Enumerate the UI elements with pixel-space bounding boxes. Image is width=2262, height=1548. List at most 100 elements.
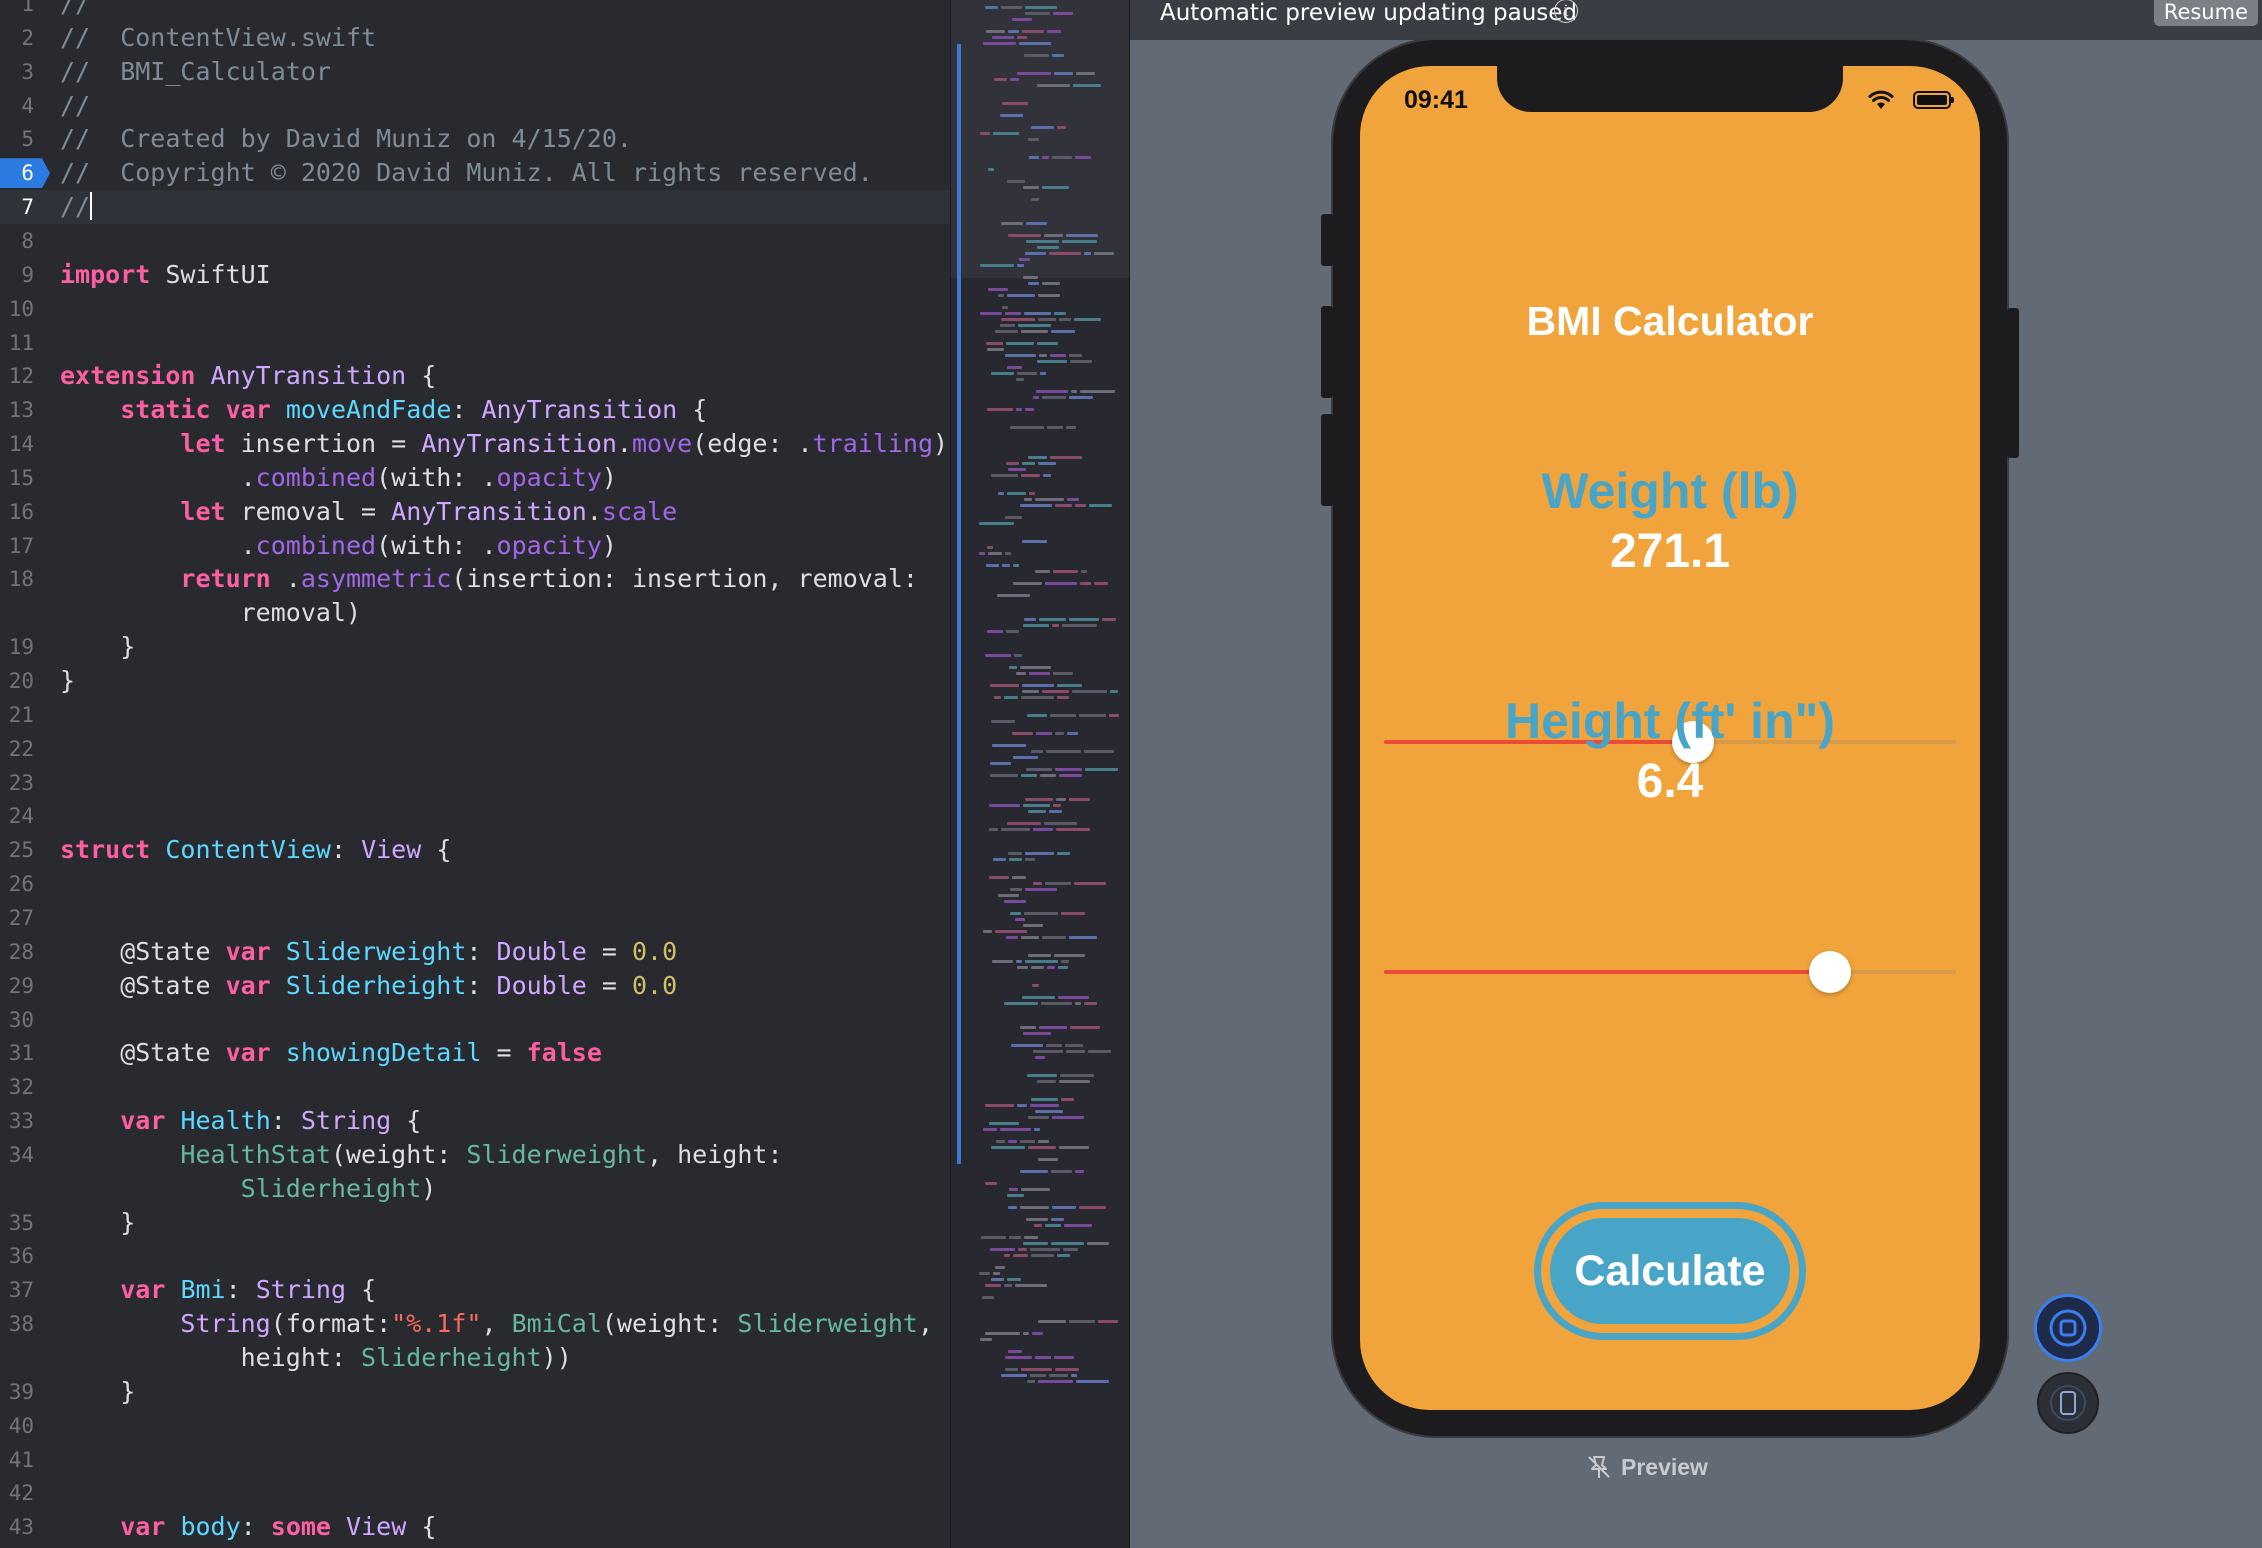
code-text[interactable]: // [60,190,93,224]
code-line[interactable]: 10 [0,292,950,326]
code-line[interactable]: 39 } [0,1375,950,1409]
code-line[interactable]: 8 [0,224,950,258]
code-text[interactable]: HealthStat(weight: Sliderweight, height: [60,1138,782,1172]
line-number[interactable]: 29 [0,969,34,1003]
code-line[interactable]: 29 @State var Sliderheight: Double = 0.0 [0,969,950,1003]
breakpoint-marker[interactable]: 6 [0,158,50,189]
line-number[interactable]: 39 [0,1375,34,1409]
line-number[interactable]: 33 [0,1104,34,1138]
code-line[interactable]: 4 // [0,89,950,123]
code-line[interactable]: 33 var Health: String { [0,1104,950,1138]
line-number[interactable]: 40 [0,1409,34,1443]
code-text[interactable]: let removal = AnyTransition.scale [60,495,677,529]
code-line[interactable]: 28 @State var Sliderweight: Double = 0.0 [0,935,950,969]
code-line[interactable]: height: Sliderheight)) [0,1341,950,1375]
code-text[interactable]: removal) [60,596,361,630]
line-number[interactable]: 31 [0,1036,34,1070]
line-number[interactable]: 12 [0,359,34,393]
code-line[interactable]: 32 [0,1070,950,1104]
code-text[interactable]: @State var Sliderweight: Double = 0.0 [60,935,677,969]
code-text[interactable]: // Copyright © 2020 David Muniz. All rig… [60,156,873,190]
line-number[interactable]: 25 [0,833,34,867]
line-number[interactable]: 18 [0,562,34,596]
code-line[interactable]: 31 @State var showingDetail = false [0,1036,950,1070]
line-number[interactable]: 4 [0,89,34,123]
code-line[interactable]: 25 struct ContentView: View { [0,833,950,867]
line-number[interactable]: 15 [0,461,34,495]
code-line[interactable]: 37 var Bmi: String { [0,1273,950,1307]
code-line[interactable]: 2 // ContentView.swift [0,21,950,55]
line-number[interactable]: 30 [0,1003,34,1037]
line-number[interactable]: 38 [0,1307,34,1341]
line-number[interactable]: 6 [0,158,34,188]
code-line[interactable]: 35 } [0,1206,950,1240]
code-line[interactable]: 9 import SwiftUI [0,258,950,292]
line-number[interactable]: 3 [0,55,34,89]
code-text[interactable]: Sliderheight) [60,1172,437,1206]
line-number[interactable]: 5 [0,122,34,156]
code-line[interactable]: 38 String(format:"%.1f", BmiCal(weight: … [0,1307,950,1341]
line-number[interactable]: 42 [0,1476,34,1510]
code-line[interactable]: 18 return .asymmetric(insertion: inserti… [0,562,950,596]
code-text[interactable]: .combined(with: .opacity) [60,529,617,563]
line-number[interactable]: 22 [0,732,34,766]
line-number[interactable]: 14 [0,427,34,461]
line-number[interactable]: 34 [0,1138,34,1172]
line-number[interactable]: 24 [0,799,34,833]
line-number[interactable]: 41 [0,1443,34,1477]
code-line[interactable]: 30 [0,1003,950,1037]
code-line[interactable]: 21 [0,698,950,732]
line-number[interactable]: 21 [0,698,34,732]
code-text[interactable]: return .asymmetric(insertion: insertion,… [60,562,918,596]
code-text[interactable]: height: Sliderheight)) [60,1341,572,1375]
line-number[interactable]: 1 [0,0,34,21]
code-line[interactable]: 41 [0,1443,950,1477]
code-line[interactable]: removal) [0,596,950,630]
code-text[interactable]: } [60,630,135,664]
code-line[interactable]: 7 // [0,190,950,225]
minimap[interactable] [950,0,1131,1548]
code-line[interactable]: 6 // Copyright © 2020 David Muniz. All ri… [0,156,950,190]
code-line[interactable]: 13 static var moveAndFade: AnyTransition… [0,393,950,427]
calculate-button[interactable]: Calculate [1550,1218,1790,1324]
code-line[interactable]: 16 let removal = AnyTransition.scale [0,495,950,529]
code-line[interactable]: 12 extension AnyTransition { [0,359,950,393]
line-number[interactable]: 17 [0,529,34,563]
line-number[interactable]: 13 [0,393,34,427]
code-text[interactable]: @State var showingDetail = false [60,1036,602,1070]
code-text[interactable]: var Bmi: String { [60,1273,376,1307]
code-text[interactable]: } [60,1206,135,1240]
code-line[interactable]: 19 } [0,630,950,664]
code-line[interactable]: 1 // [0,0,950,21]
code-line[interactable]: 23 [0,766,950,800]
line-number[interactable]: 27 [0,901,34,935]
code-text[interactable]: // ContentView.swift [60,21,376,55]
line-number[interactable]: 32 [0,1070,34,1104]
code-line[interactable]: 15 .combined(with: .opacity) [0,461,950,495]
line-number[interactable]: 16 [0,495,34,529]
code-text[interactable]: .combined(with: .opacity) [60,461,617,495]
code-line[interactable]: 14 let insertion = AnyTransition.move(ed… [0,427,950,461]
code-line[interactable]: 17 .combined(with: .opacity) [0,529,950,563]
code-text[interactable]: struct ContentView: View { [60,833,451,867]
line-number[interactable]: 28 [0,935,34,969]
line-number[interactable]: 10 [0,292,34,326]
height-slider-thumb[interactable] [1809,951,1852,993]
line-number[interactable]: 9 [0,258,34,292]
code-line[interactable]: 43 var body: some View { [0,1510,950,1544]
code-line[interactable]: 3 // BMI_Calculator [0,55,950,89]
line-number[interactable]: 2 [0,21,34,55]
code-line[interactable]: 40 [0,1409,950,1443]
code-text[interactable]: // BMI_Calculator [60,55,331,89]
code-line[interactable]: 42 [0,1476,950,1510]
live-preview-icon[interactable] [2034,1294,2102,1362]
code-text[interactable]: var Health: String { [60,1104,421,1138]
line-number[interactable]: 37 [0,1273,34,1307]
line-number[interactable]: 19 [0,630,34,664]
code-line[interactable]: 22 [0,732,950,766]
code-text[interactable]: } [60,1375,135,1409]
code-text[interactable]: extension AnyTransition { [60,359,436,393]
line-number[interactable]: 36 [0,1239,34,1273]
code-line[interactable]: 36 [0,1239,950,1273]
code-line[interactable]: 20} [0,664,950,698]
